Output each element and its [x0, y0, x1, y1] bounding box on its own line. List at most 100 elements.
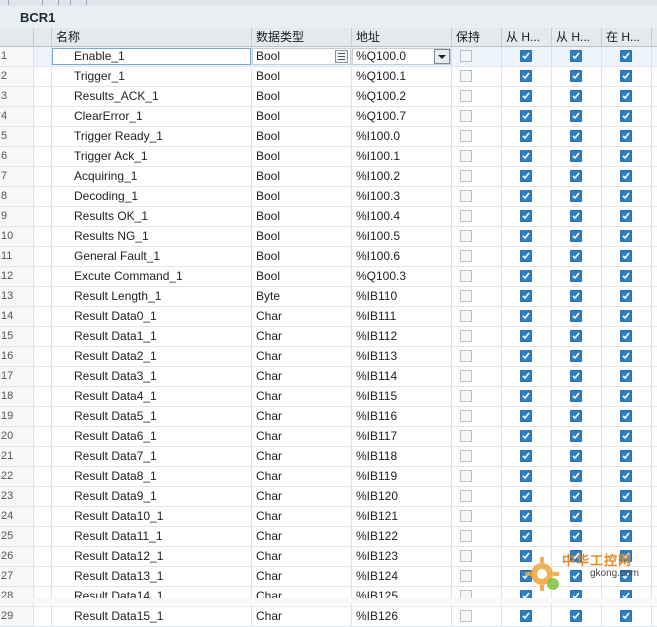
tag-data-type[interactable]: Char — [252, 567, 352, 586]
retain-checkbox[interactable] — [460, 550, 472, 562]
access-h1-checkbox[interactable] — [520, 290, 532, 302]
tag-name[interactable]: Result Data12_1 — [52, 547, 252, 566]
table-row[interactable]: 17 Result Data3_1 Char %IB114 — [0, 367, 657, 387]
access-h2-checkbox[interactable] — [570, 450, 582, 462]
tag-address[interactable]: %I100.0 — [352, 127, 452, 146]
access-h1-checkbox[interactable] — [520, 330, 532, 342]
access-h2-checkbox[interactable] — [570, 390, 582, 402]
visible-h3-checkbox[interactable] — [620, 310, 632, 322]
access-h1-checkbox[interactable] — [520, 210, 532, 222]
table-row[interactable]: 16 Result Data2_1 Char %IB113 — [0, 347, 657, 367]
tag-data-type[interactable]: Char — [252, 367, 352, 386]
access-h1-checkbox[interactable] — [520, 370, 532, 382]
access-h1-checkbox[interactable] — [520, 570, 532, 582]
tag-name[interactable]: Result Data3_1 — [52, 367, 252, 386]
access-h1-checkbox[interactable] — [520, 130, 532, 142]
tag-name[interactable]: Result Data1_1 — [52, 327, 252, 346]
tag-name[interactable]: Trigger Ack_1 — [52, 147, 252, 166]
access-h1-checkbox[interactable] — [520, 530, 532, 542]
visible-h3-checkbox[interactable] — [620, 130, 632, 142]
retain-checkbox[interactable] — [460, 230, 472, 242]
retain-checkbox[interactable] — [460, 150, 472, 162]
tag-name[interactable]: Result Data7_1 — [52, 447, 252, 466]
table-row[interactable]: 7 Acquiring_1 Bool %I100.2 — [0, 167, 657, 187]
tag-name[interactable]: Result Data15_1 — [52, 607, 252, 626]
access-h1-checkbox[interactable] — [520, 550, 532, 562]
header-data-type[interactable]: 数据类型 — [252, 28, 352, 46]
access-h1-checkbox[interactable] — [520, 110, 532, 122]
table-row[interactable]: 14 Result Data0_1 Char %IB111 — [0, 307, 657, 327]
tag-data-type[interactable]: Char — [252, 527, 352, 546]
tag-data-type[interactable]: Bool — [252, 67, 352, 86]
tag-address[interactable]: %Q100.3 — [352, 267, 452, 286]
tag-address[interactable]: %Q100.2 — [352, 87, 452, 106]
access-h1-checkbox[interactable] — [520, 410, 532, 422]
access-h2-checkbox[interactable] — [570, 610, 582, 622]
tag-name[interactable]: Result Data10_1 — [52, 507, 252, 526]
table-row[interactable]: 5 Trigger Ready_1 Bool %I100.0 — [0, 127, 657, 147]
tag-address[interactable]: %IB124 — [352, 567, 452, 586]
access-h2-checkbox[interactable] — [570, 570, 582, 582]
tag-address[interactable]: %Q100.1 — [352, 67, 452, 86]
retain-checkbox[interactable] — [460, 450, 472, 462]
table-row[interactable]: 4 ClearError_1 Bool %Q100.7 — [0, 107, 657, 127]
tag-address[interactable]: %IB116 — [352, 407, 452, 426]
tag-name[interactable]: Result Data9_1 — [52, 487, 252, 506]
visible-h3-checkbox[interactable] — [620, 270, 632, 282]
access-h2-checkbox[interactable] — [570, 190, 582, 202]
tag-name[interactable]: Trigger_1 — [52, 67, 252, 86]
retain-checkbox[interactable] — [460, 330, 472, 342]
visible-h3-checkbox[interactable] — [620, 510, 632, 522]
visible-h3-checkbox[interactable] — [620, 370, 632, 382]
tag-data-type[interactable]: Bool — [252, 147, 352, 166]
tag-data-type[interactable]: Bool — [252, 247, 352, 266]
visible-h3-checkbox[interactable] — [620, 390, 632, 402]
tag-address[interactable]: %IB111 — [352, 307, 452, 326]
tag-data-type[interactable]: Bool — [252, 267, 352, 286]
retain-checkbox[interactable] — [460, 430, 472, 442]
table-row[interactable]: 19 Result Data5_1 Char %IB116 — [0, 407, 657, 427]
access-h2-checkbox[interactable] — [570, 170, 582, 182]
tag-name[interactable]: Result Data14_1 — [52, 587, 252, 606]
tag-name[interactable]: Result Length_1 — [52, 287, 252, 306]
retain-checkbox[interactable] — [460, 290, 472, 302]
tag-address[interactable]: %I100.4 — [352, 207, 452, 226]
table-row[interactable]: 1 Enable_1 Bool %Q100.0 — [0, 47, 657, 67]
tag-address[interactable]: %IB114 — [352, 367, 452, 386]
table-row[interactable]: 22 Result Data8_1 Char %IB119 — [0, 467, 657, 487]
header-access-h2[interactable]: 从 H... — [552, 28, 602, 46]
access-h1-checkbox[interactable] — [520, 230, 532, 242]
visible-h3-checkbox[interactable] — [620, 150, 632, 162]
tag-data-type[interactable]: Char — [252, 427, 352, 446]
tag-address[interactable]: %I100.1 — [352, 147, 452, 166]
visible-h3-checkbox[interactable] — [620, 470, 632, 482]
table-row[interactable]: 9 Results OK_1 Bool %I100.4 — [0, 207, 657, 227]
tag-data-type[interactable]: Char — [252, 447, 352, 466]
table-row[interactable]: 24 Result Data10_1 Char %IB121 — [0, 507, 657, 527]
table-row[interactable]: 2 Trigger_1 Bool %Q100.1 — [0, 67, 657, 87]
table-row[interactable]: 12 Excute Command_1 Bool %Q100.3 — [0, 267, 657, 287]
tag-address[interactable]: %IB125 — [352, 587, 452, 606]
table-row[interactable]: 6 Trigger Ack_1 Bool %I100.1 — [0, 147, 657, 167]
access-h2-checkbox[interactable] — [570, 70, 582, 82]
tag-address[interactable]: %I100.2 — [352, 167, 452, 186]
visible-h3-checkbox[interactable] — [620, 530, 632, 542]
access-h2-checkbox[interactable] — [570, 510, 582, 522]
retain-checkbox[interactable] — [460, 90, 472, 102]
tag-data-type[interactable]: Bool — [252, 207, 352, 226]
tag-name[interactable]: Result Data11_1 — [52, 527, 252, 546]
table-row[interactable]: 3 Results_ACK_1 Bool %Q100.2 — [0, 87, 657, 107]
access-h1-checkbox[interactable] — [520, 70, 532, 82]
access-h2-checkbox[interactable] — [570, 310, 582, 322]
table-row[interactable]: 25 Result Data11_1 Char %IB122 — [0, 527, 657, 547]
visible-h3-checkbox[interactable] — [620, 190, 632, 202]
header-address[interactable]: 地址 — [352, 28, 452, 46]
retain-checkbox[interactable] — [460, 490, 472, 502]
tag-name[interactable]: Result Data13_1 — [52, 567, 252, 586]
access-h1-checkbox[interactable] — [520, 470, 532, 482]
access-h2-checkbox[interactable] — [570, 50, 582, 62]
tag-name[interactable]: Result Data4_1 — [52, 387, 252, 406]
access-h1-checkbox[interactable] — [520, 310, 532, 322]
retain-checkbox[interactable] — [460, 470, 472, 482]
table-row[interactable]: 21 Result Data7_1 Char %IB118 — [0, 447, 657, 467]
